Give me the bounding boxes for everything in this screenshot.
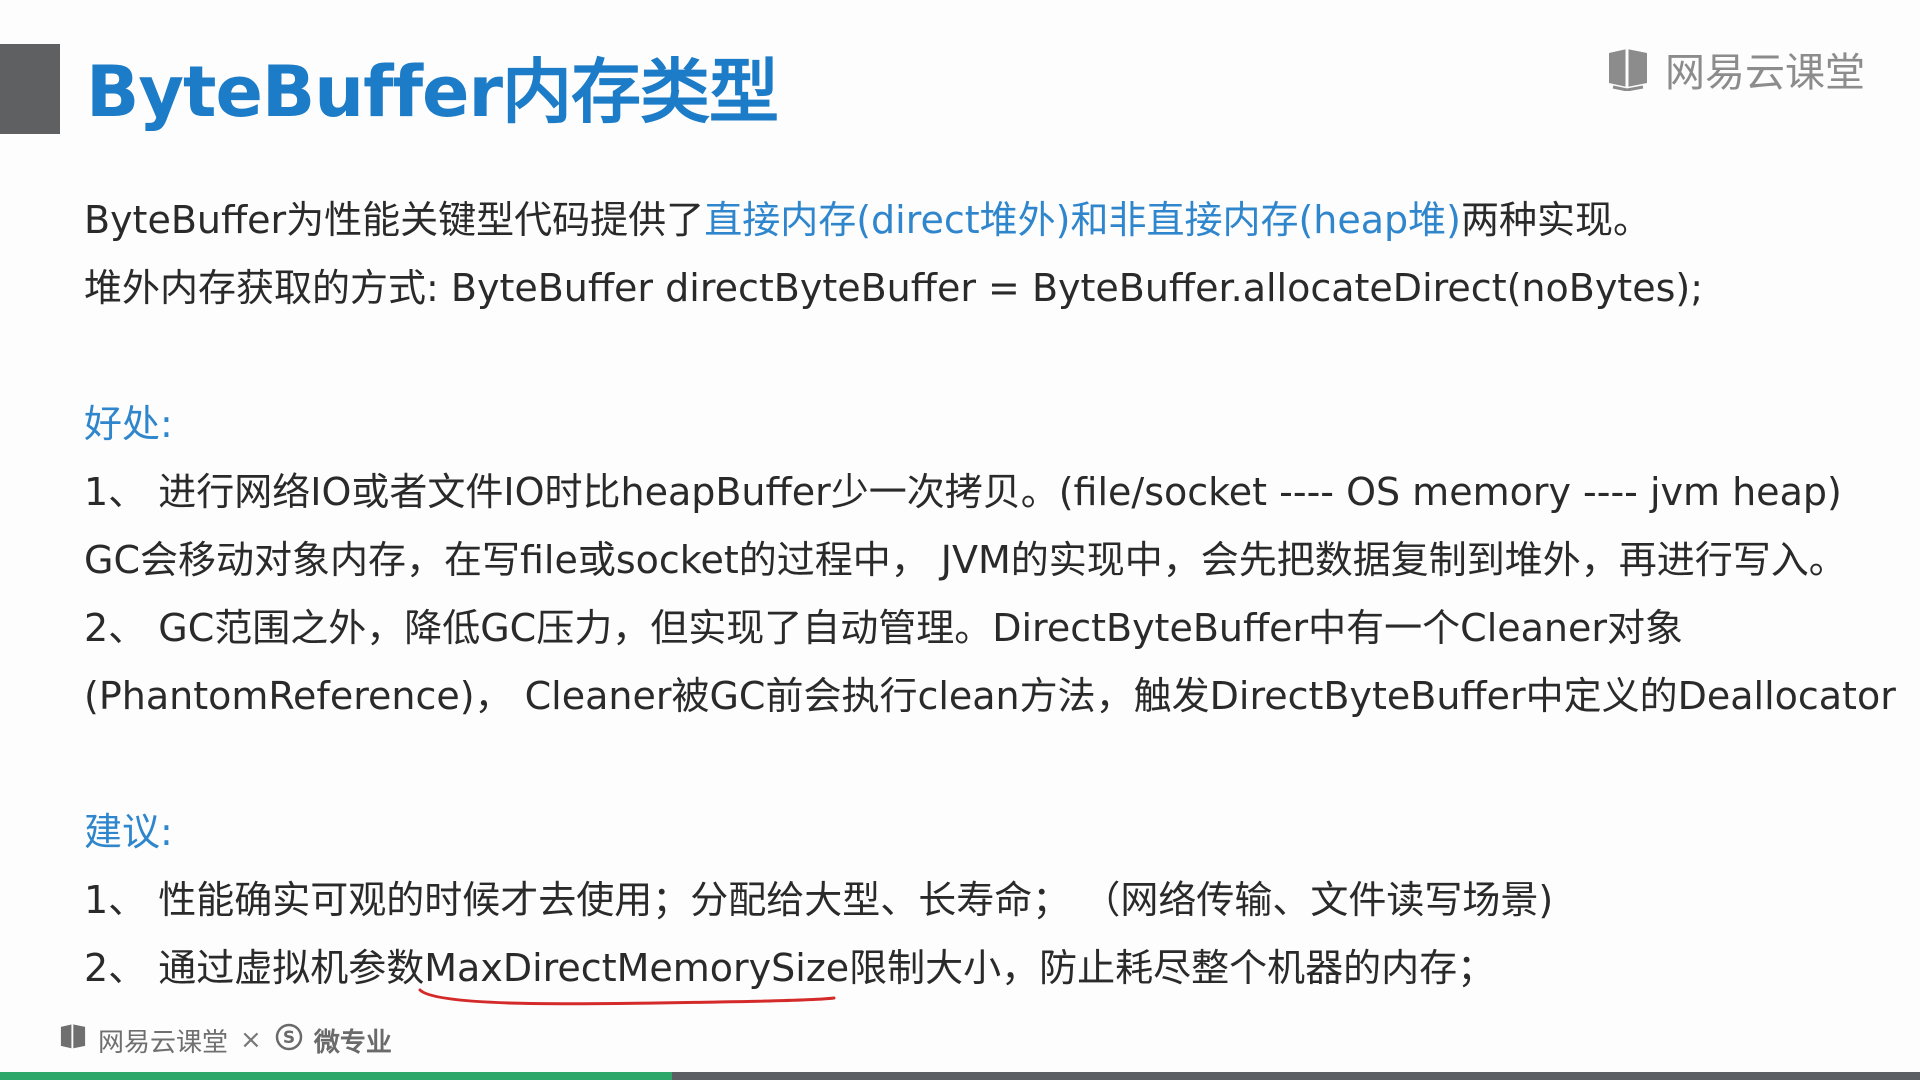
- advice-heading: 建议:: [84, 810, 173, 854]
- benefit-item-1-detail: GC会移动对象内存，在写file或socket的过程中， JVM的实现中，会先把…: [84, 538, 1847, 582]
- video-progress-bar[interactable]: [0, 1072, 1920, 1080]
- book-icon: [58, 1023, 88, 1058]
- intro-highlight: 直接内存(direct堆外)和非直接内存(heap堆): [704, 198, 1461, 242]
- intro-text: ByteBuffer为性能关键型代码提供了: [84, 198, 705, 242]
- brand-name: 网易云课堂: [1665, 50, 1865, 96]
- annotated-term-text: MaxDirectMemorySize: [424, 946, 850, 990]
- footer-brand-name: 网易云课堂: [98, 1027, 229, 1058]
- slide-title: ByteBuffer内存类型: [86, 51, 779, 133]
- intro-text-end: 两种实现。: [1461, 198, 1652, 242]
- red-underline-annotation: [418, 988, 836, 1006]
- brand-logo: 网易云课堂: [1605, 42, 1865, 96]
- footer-partner-name: 微专业: [313, 1027, 392, 1058]
- intro-line: ByteBuffer为性能关键型代码提供了直接内存(direct堆外)和非直接内…: [84, 186, 1880, 254]
- annotated-term: MaxDirectMemorySize: [418, 934, 850, 1006]
- video-progress-played: [0, 1072, 672, 1080]
- book-icon: [1605, 47, 1651, 91]
- title-accent-bar: [0, 44, 60, 134]
- advice-item-2-text-end: 限制大小，防止耗尽整个机器的内存；: [849, 946, 1496, 990]
- advice-item-2-text: 2、 通过虚拟机参数: [84, 946, 425, 990]
- s-circle-icon: S: [274, 1022, 304, 1059]
- footer-brand: 网易云课堂 × S 微专业: [58, 1020, 392, 1060]
- benefit-item-2-detail: (PhantomReference)， Cleaner被GC前会执行clean方…: [84, 674, 1896, 718]
- benefit-item-2: 2、 GC范围之外，降低GC压力，但实现了自动管理。DirectByteBuff…: [84, 606, 1684, 650]
- allocate-line: 堆外内存获取的方式: ByteBuffer directByteBuffer =…: [84, 266, 1704, 310]
- benefit-item-1: 1、 进行网络IO或者文件IO时比heapBuffer少一次拷贝。(file/s…: [84, 470, 1842, 514]
- benefits-heading: 好处:: [84, 402, 173, 446]
- advice-item-1: 1、 性能确实可观的时候才去使用；分配给大型、长寿命； （网络传输、文件读写场景…: [84, 878, 1554, 922]
- footer-separator: ×: [240, 1025, 262, 1055]
- slide-body: ByteBuffer为性能关键型代码提供了直接内存(direct堆外)和非直接内…: [84, 186, 1896, 1006]
- advice-item-2: 2、 通过虚拟机参数MaxDirectMemorySize 限制大小，防止耗尽整个…: [84, 934, 1880, 1006]
- svg-text:S: S: [283, 1028, 295, 1048]
